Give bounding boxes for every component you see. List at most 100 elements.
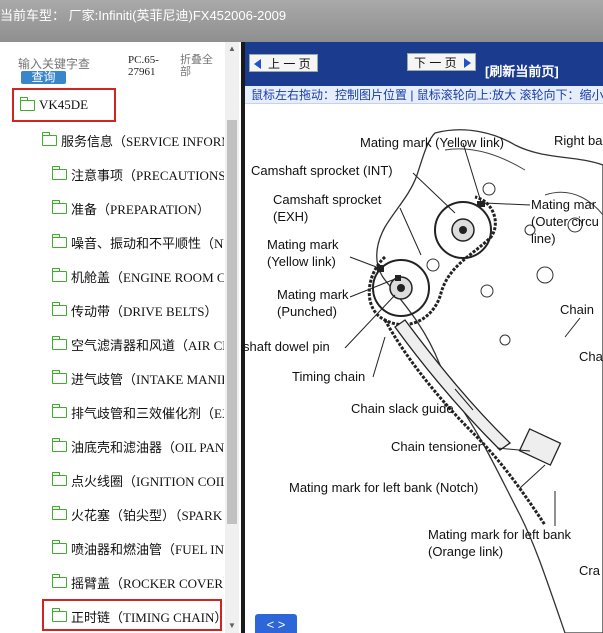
bolt-hole xyxy=(426,258,440,272)
left-panel: 查询 PC.65-27961 折叠全部 VK45DE 服务信息（SERVICE … xyxy=(0,42,241,633)
tree-item[interactable]: 噪音、振动和不平顺性（NVH TROUBLESHOOTING） xyxy=(52,231,224,253)
bolt-hole xyxy=(499,334,511,346)
query-button[interactable]: 查询 xyxy=(21,71,66,84)
tree-item[interactable]: 注意事项（PRECAUTIONS） xyxy=(52,163,224,185)
folder-icon xyxy=(52,539,67,554)
timing-chain-path xyxy=(367,195,497,326)
tree-item[interactable]: 火花塞（铂尖型）（SPARK PLUG） xyxy=(52,503,224,525)
folder-icon xyxy=(52,505,67,520)
tree-label: 准备（PREPARATION） xyxy=(71,201,210,217)
folder-icon xyxy=(52,573,67,588)
label-cra: Cra xyxy=(579,563,601,578)
folder-icon xyxy=(52,199,67,214)
label-cam-exh-1: Camshaft sprocket xyxy=(273,192,382,207)
search-input[interactable] xyxy=(18,56,96,72)
viewer-toolbar: 上 一 页 下 一 页 [刷新当前页] xyxy=(245,42,603,86)
label-timing-chain: Timing chain xyxy=(292,369,365,384)
fold-all-link[interactable]: 折叠全部 xyxy=(180,54,220,78)
label-left-bank-orange-2: (Orange link) xyxy=(428,544,503,559)
label-slack-guide: Chain slack guide xyxy=(351,401,454,416)
tree-item[interactable]: 进气歧管（INTAKE MANIFOLD） xyxy=(52,367,224,389)
tree-label: 注意事项（PRECAUTIONS） xyxy=(71,167,224,183)
tree-label: 油底壳和滤油器（OIL PAN AND OIL STRAINER） xyxy=(71,439,224,455)
refresh-page-link[interactable]: [刷新当前页] xyxy=(485,61,559,80)
bolt-hole xyxy=(480,284,494,298)
bolt-hole xyxy=(482,182,496,196)
tree-item[interactable]: 传动带（DRIVE BELTS） xyxy=(52,299,224,321)
root-highlight xyxy=(12,88,116,122)
folder-icon xyxy=(52,369,67,384)
tree-item[interactable]: 点火线圈（IGNITION COIL） xyxy=(52,469,224,491)
viewer-panel: 上 一 页 下 一 页 [刷新当前页] 鼠标左右拖动：控制图片位置 | 鼠标滚轮… xyxy=(245,42,603,633)
label-cam-exh-2: (EXH) xyxy=(273,209,308,224)
tree-label: 点火线圈（IGNITION COIL） xyxy=(71,473,224,489)
label-mating-outer-3: line) xyxy=(531,231,556,246)
tree-label: 传动带（DRIVE BELTS） xyxy=(71,303,218,319)
pc-code: PC.65-27961 xyxy=(128,54,159,78)
expand-toggle-button[interactable]: < > xyxy=(255,614,297,633)
next-page-label: 下 一 页 xyxy=(414,56,457,70)
folder-icon xyxy=(52,437,67,452)
tree-label: 空气滤清器和风道（AIR CLEANER AND AIR DUCT） xyxy=(71,337,224,353)
label-mating-punch-2: (Punched) xyxy=(277,304,337,319)
scroll-thumb[interactable] xyxy=(227,120,237,524)
label-cam-int: Camshaft sprocket (INT) xyxy=(251,163,393,178)
label-dowel-pin: shaft dowel pin xyxy=(245,339,330,354)
tree-label: 服务信息（SERVICE INFORMATION） xyxy=(61,133,224,149)
timing-chain-diagram[interactable]: Mating mark (Yellow link) Right ba Camsh… xyxy=(245,105,603,633)
label-cha-right: Cha xyxy=(579,349,603,364)
folder-icon xyxy=(52,335,67,350)
label-mating-punch-1: Mating mark xyxy=(277,287,349,302)
selected-highlight xyxy=(42,599,222,631)
tree-item[interactable]: 准备（PREPARATION） xyxy=(52,197,224,219)
label-tensioner: Chain tensioner xyxy=(391,439,483,454)
tree-label: 火花塞（铂尖型）（SPARK PLUG） xyxy=(71,507,224,523)
label-right-bank: Right ba xyxy=(554,133,603,148)
right-arrow-icon xyxy=(463,58,471,68)
label-left-bank-notch: Mating mark for left bank (Notch) xyxy=(289,480,478,495)
sprocket-center xyxy=(397,284,405,292)
vehicle-title: 当前车型： 厂家:Infiniti(英菲尼迪)FX452006-2009 xyxy=(0,8,287,23)
folder-icon xyxy=(52,471,67,486)
tree-item[interactable]: 摇臂盖（ROCKER COVER） xyxy=(52,571,224,593)
tree-item[interactable]: 喷油器和燃油管（FUEL INJECTOR AND FUEL TUBE） xyxy=(52,537,224,559)
scroll-down-arrow-icon[interactable]: ▼ xyxy=(225,619,239,633)
tree-label: 排气歧管和三效催化剂（EXHAUST MANIFOLD） xyxy=(71,405,224,421)
prev-page-label: 上 一 页 xyxy=(268,57,311,71)
bolt-hole xyxy=(536,266,554,284)
chain-slack-guide xyxy=(394,319,512,451)
engine-edge-line xyxy=(444,148,526,171)
tree-service-info[interactable]: 服务信息（SERVICE INFORMATION） xyxy=(42,129,224,151)
label-mating-yellow-1: Mating mark xyxy=(267,237,339,252)
hint-bar: 鼠标左右拖动：控制图片位置 | 鼠标滚轮向上:放大 滚轮向下：缩小 xyxy=(245,86,603,104)
sprocket-center xyxy=(459,226,467,234)
folder-icon xyxy=(52,403,67,418)
tree-label: 机舱盖（ENGINE ROOM COVER） xyxy=(71,269,224,285)
tree-label: 喷油器和燃油管（FUEL INJECTOR AND FUEL TUBE） xyxy=(71,541,224,557)
tree-item[interactable]: 机舱盖（ENGINE ROOM COVER） xyxy=(52,265,224,287)
tree-label: 噪音、振动和不平顺性（NVH TROUBLESHOOTING） xyxy=(71,235,224,251)
tree-item[interactable]: 空气滤清器和风道（AIR CLEANER AND AIR DUCT） xyxy=(52,333,224,355)
label-chain-right: Chain xyxy=(560,302,594,317)
prev-page-button[interactable]: 上 一 页 xyxy=(249,54,318,72)
tree-label: 进气歧管（INTAKE MANIFOLD） xyxy=(71,371,224,387)
tree-item[interactable]: 油底壳和滤油器（OIL PAN AND OIL STRAINER） xyxy=(52,435,224,457)
folder-icon xyxy=(52,165,67,180)
tree-item[interactable]: 排气歧管和三效催化剂（EXHAUST MANIFOLD） xyxy=(52,401,224,423)
tree-scrollbar[interactable]: ▲ ▼ xyxy=(225,42,239,633)
label-left-bank-orange-1: Mating mark for left bank xyxy=(428,527,572,542)
next-page-button[interactable]: 下 一 页 xyxy=(407,53,476,71)
left-arrow-icon xyxy=(254,59,261,69)
folder-icon xyxy=(42,131,57,146)
label-mating-yellow-top: Mating mark (Yellow link) xyxy=(360,135,504,150)
folder-icon xyxy=(52,301,67,316)
title-bar: 当前车型： 厂家:Infiniti(英菲尼迪)FX452006-2009 xyxy=(0,0,603,42)
label-mating-outer-1: Mating mar xyxy=(531,197,597,212)
label-mating-yellow-2: (Yellow link) xyxy=(267,254,336,269)
tree-label: 摇臂盖（ROCKER COVER） xyxy=(71,575,224,591)
folder-icon xyxy=(52,267,67,282)
mating-mark-yellow xyxy=(377,265,384,272)
folder-icon xyxy=(52,233,67,248)
label-mating-outer-2: (Outer circu xyxy=(531,214,599,229)
scroll-up-arrow-icon[interactable]: ▲ xyxy=(225,42,239,56)
